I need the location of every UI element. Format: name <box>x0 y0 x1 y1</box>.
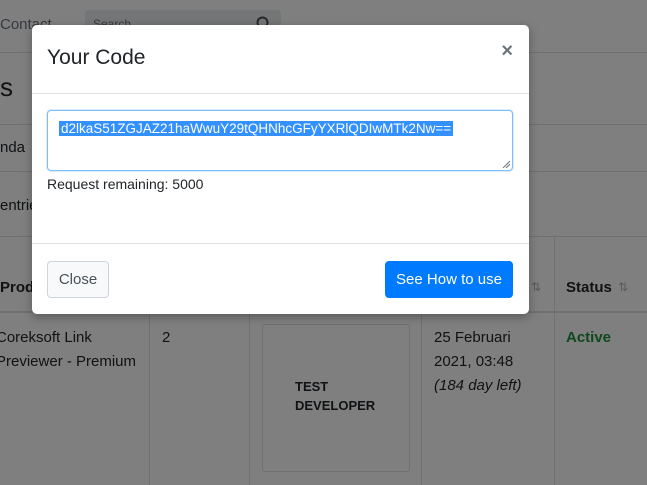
close-icon[interactable]: × <box>501 41 513 61</box>
request-remaining-text: Request remaining: 5000 <box>47 176 204 192</box>
see-how-to-use-button[interactable]: See How to use <box>385 261 513 298</box>
resize-handle-icon[interactable] <box>502 160 510 168</box>
code-modal: Your Code × d2lkaS51ZGJAZ21haWwuY29tQHNh… <box>32 25 529 314</box>
close-button[interactable]: Close <box>47 261 109 298</box>
modal-header: Your Code × <box>32 25 529 94</box>
modal-title: Your Code <box>47 46 146 69</box>
code-value[interactable]: d2lkaS51ZGJAZ21haWwuY29tQHNhcGFyYXRlQDIw… <box>59 121 454 136</box>
code-textarea[interactable]: d2lkaS51ZGJAZ21haWwuY29tQHNhcGFyYXRlQDIw… <box>47 110 513 171</box>
modal-footer: Close See How to use <box>32 243 529 315</box>
